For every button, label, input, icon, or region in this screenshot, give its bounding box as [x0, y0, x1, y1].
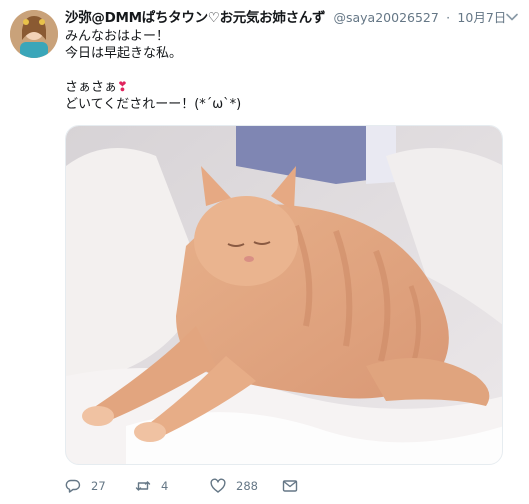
avatar-image [10, 10, 58, 58]
heart-icon [210, 478, 226, 494]
tweet-date[interactable]: 10月7日 [457, 10, 505, 25]
retweet-icon [135, 478, 151, 494]
direct-message-button[interactable] [282, 474, 298, 498]
retweet-button[interactable]: 4 [135, 474, 168, 498]
like-count: 288 [236, 479, 258, 493]
separator: · [446, 10, 451, 25]
avatar[interactable] [10, 10, 58, 58]
tweet-text-line-with-emoji: さぁさぁ❣ [65, 79, 505, 96]
tweet-photo[interactable] [65, 125, 503, 465]
tweet-header: 沙弥@DMMぱちタウン♡お元気お姉さんず @saya20026527 · 10月… [65, 8, 505, 28]
tweet[interactable]: 沙弥@DMMぱちタウン♡お元気お姉さんず @saya20026527 · 10月… [0, 0, 529, 504]
reply-icon [65, 478, 81, 494]
tweet-text-line: どいてくだされーー！(*´ω`*) [65, 97, 242, 112]
user-handle[interactable]: @saya20026527 [333, 10, 438, 25]
tweet-text: みんなおはよー！ 今日は早起きな私。 さぁさぁ❣ どいてくだされーー！(*´ω`… [65, 28, 505, 113]
tweet-text-line: みんなおはよー！ [65, 29, 170, 44]
tweet-text-line: 今日は早起きな私。 [65, 46, 183, 61]
envelope-icon [282, 478, 298, 494]
heart-exclamation-emoji: ❣ [117, 80, 128, 95]
like-button[interactable]: 288 [210, 474, 258, 498]
chevron-down-icon[interactable] [505, 10, 519, 24]
retweet-count: 4 [161, 479, 169, 493]
tweet-actions: 27 4 288 [65, 474, 505, 498]
reply-button[interactable]: 27 [65, 474, 106, 498]
tweet-text-line: さぁさぁ [65, 80, 118, 95]
reply-count: 27 [91, 479, 106, 493]
cat-photo [66, 126, 502, 464]
display-name[interactable]: 沙弥@DMMぱちタウン♡お元気お姉さんず [65, 10, 325, 26]
